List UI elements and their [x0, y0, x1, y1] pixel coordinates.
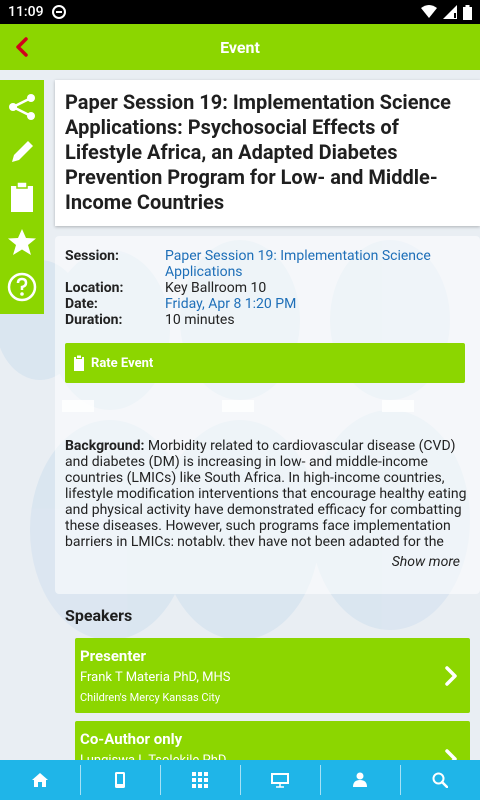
show-more-link[interactable]: Show more: [392, 554, 460, 570]
grid-icon: [192, 772, 208, 788]
event-title: Paper Session 19: Implementation Science…: [65, 90, 451, 214]
side-toolbar: [0, 80, 44, 314]
wifi-icon: [421, 5, 437, 18]
event-title-card: Paper Session 19: Implementation Science…: [55, 80, 480, 226]
clipboard-icon: [74, 355, 84, 371]
tab-grid[interactable]: [160, 760, 240, 800]
rate-event-label: Rate Event: [91, 355, 154, 371]
share-icon: [9, 93, 35, 120]
location-label: Location:: [65, 280, 124, 296]
notes-button[interactable]: [5, 135, 39, 169]
battery-icon: [463, 4, 472, 20]
search-icon: [432, 772, 448, 788]
mobile-icon: [115, 772, 125, 788]
tab-home[interactable]: [0, 760, 80, 800]
speaker-affiliation: Children's Mercy Kansas City: [80, 691, 221, 704]
signal-icon: [443, 5, 457, 19]
clipboard-button[interactable]: [5, 180, 39, 214]
session-link[interactable]: Paper Session 19: Implementation Science…: [165, 248, 465, 280]
status-time: 11:09: [8, 4, 44, 20]
share-button[interactable]: [5, 90, 39, 124]
rate-event-button[interactable]: Rate Event: [65, 343, 465, 383]
chevron-right-icon: [445, 666, 457, 686]
speakers-heading: Speakers: [65, 606, 133, 625]
speaker-card-presenter[interactable]: Presenter Frank T Materia PhD, MHS Child…: [75, 638, 470, 713]
app-bar-title: Event: [220, 37, 260, 57]
home-icon: [32, 773, 48, 787]
event-details: Session: Paper Session 19: Implementatio…: [55, 236, 480, 594]
clipboard-icon: [11, 181, 33, 212]
people-icon: [353, 772, 367, 787]
pencil-icon: [12, 140, 33, 162]
abstract-text: Background: Morbidity related to cardiov…: [65, 438, 469, 546]
tab-mobile[interactable]: [80, 760, 160, 800]
favorite-button[interactable]: [5, 225, 39, 259]
duration-label: Duration:: [65, 312, 123, 328]
tab-search[interactable]: [400, 760, 480, 800]
back-chevron-icon[interactable]: [12, 36, 34, 58]
tab-people[interactable]: [320, 760, 400, 800]
speaker-name: Frank T Materia PhD, MHS: [80, 670, 231, 685]
help-icon: [7, 273, 37, 302]
do-not-disturb-icon: [51, 5, 66, 19]
tab-presentation[interactable]: [240, 760, 320, 800]
app-bar: Event: [0, 24, 480, 70]
presentation-icon: [271, 773, 289, 788]
abstract-body: Morbidity related to cardiovascular dise…: [65, 438, 467, 546]
date-label: Date:: [65, 296, 98, 312]
help-button[interactable]: [5, 270, 39, 304]
speaker-role: Co-Author only: [80, 730, 183, 748]
duration-value: 10 minutes: [165, 312, 235, 328]
bottom-tab-bar: [0, 760, 480, 800]
location-value: Key Ballroom 10: [165, 280, 267, 296]
status-bar: 11:09: [0, 0, 480, 24]
session-link-line2: Applications: [165, 264, 243, 280]
abstract-label: Background:: [65, 438, 145, 454]
session-label: Session:: [65, 248, 119, 264]
speaker-role: Presenter: [80, 647, 147, 665]
session-link-line1: Paper Session 19: Implementation Science: [165, 248, 431, 264]
star-icon: [8, 229, 36, 256]
date-link[interactable]: Friday, Apr 8 1:20 PM: [165, 296, 465, 312]
